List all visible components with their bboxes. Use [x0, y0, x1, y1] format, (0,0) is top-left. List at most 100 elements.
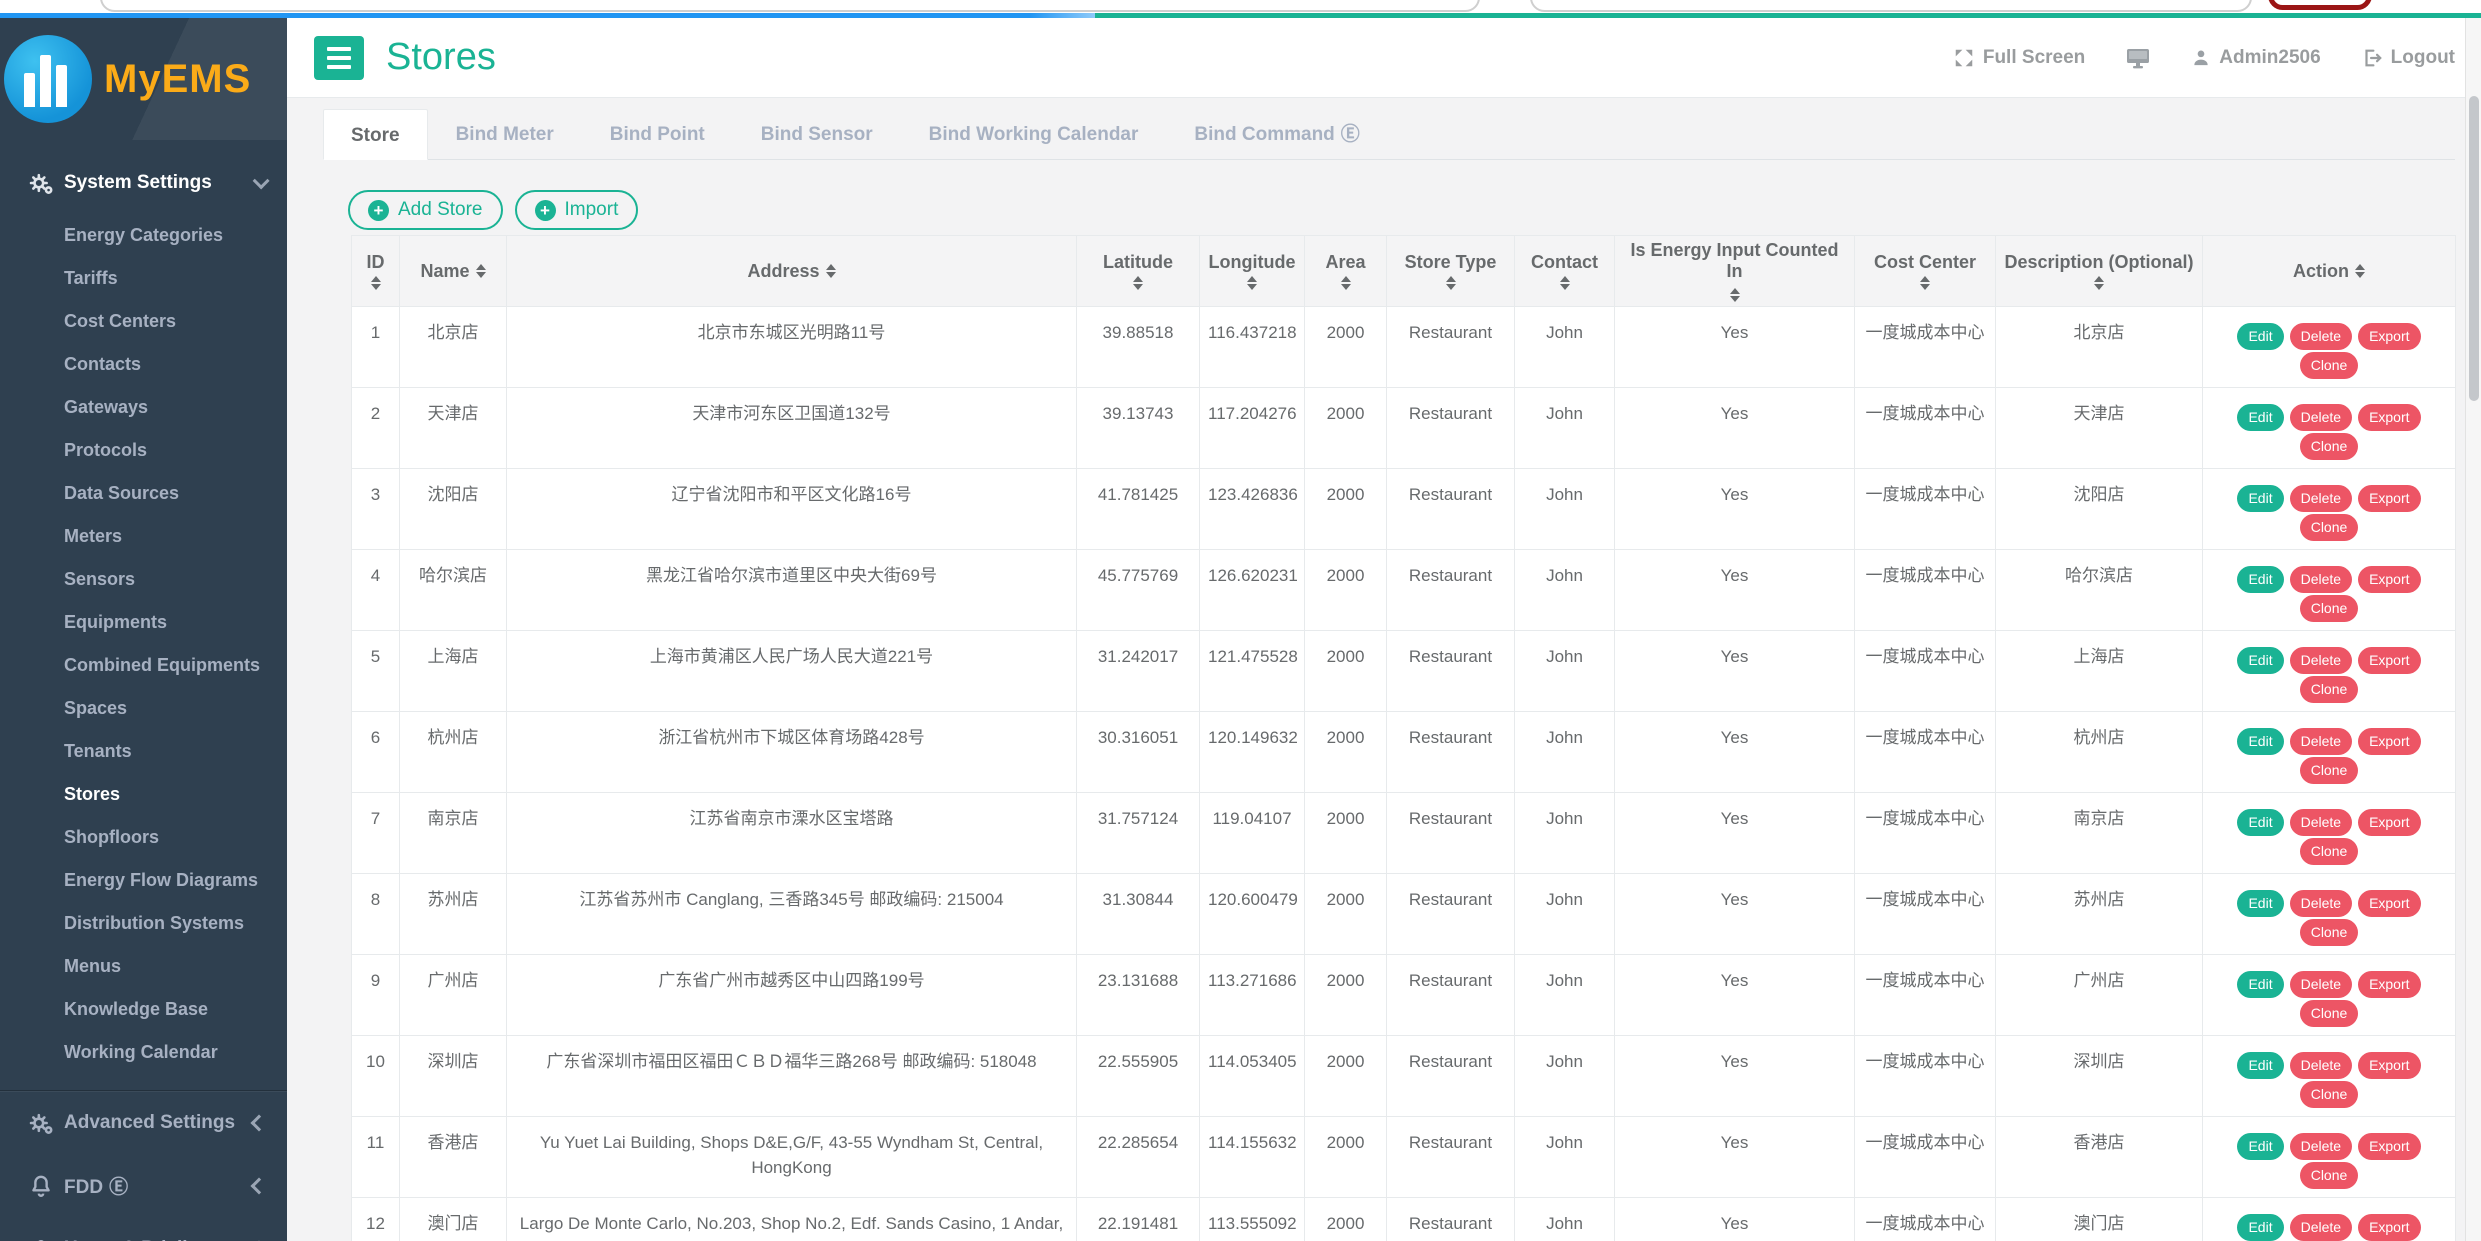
export-button[interactable]: Export	[2358, 1214, 2420, 1241]
logout-button[interactable]: Logout	[2361, 47, 2455, 69]
edit-button[interactable]: Edit	[2237, 485, 2283, 512]
sidebar-item-sensors[interactable]: Sensors	[0, 558, 287, 601]
sidebar-item-contacts[interactable]: Contacts	[0, 343, 287, 386]
column-header-address[interactable]: Address	[507, 236, 1077, 307]
sidebar-item-data-sources[interactable]: Data Sources	[0, 472, 287, 515]
edit-button[interactable]: Edit	[2237, 647, 2283, 674]
sort-icon[interactable]	[1133, 276, 1143, 290]
clone-button[interactable]: Clone	[2300, 514, 2359, 541]
sidebar-item-gateways[interactable]: Gateways	[0, 386, 287, 429]
sidebar-item-knowledge-base[interactable]: Knowledge Base	[0, 988, 287, 1031]
brand[interactable]: MyEMS	[0, 18, 287, 140]
sidebar-item-system-settings[interactable]: System Settings	[0, 158, 287, 208]
clone-button[interactable]: Clone	[2300, 919, 2359, 946]
sort-icon[interactable]	[1446, 276, 1456, 290]
sidebar-item-combined-equipments[interactable]: Combined Equipments	[0, 644, 287, 687]
sort-icon[interactable]	[476, 264, 486, 278]
clone-button[interactable]: Clone	[2300, 352, 2359, 379]
scrollbar-thumb[interactable]	[2469, 96, 2479, 401]
column-header-contact[interactable]: Contact	[1515, 236, 1615, 307]
column-header-name[interactable]: Name	[400, 236, 507, 307]
column-header-cost-center[interactable]: Cost Center	[1855, 236, 1996, 307]
sidebar-item-meters[interactable]: Meters	[0, 515, 287, 558]
display-settings-button[interactable]	[2125, 46, 2151, 70]
column-header-description-optional[interactable]: Description (Optional)	[1996, 236, 2203, 307]
column-header-is-energy-input-counted-in[interactable]: Is Energy Input Counted In	[1615, 236, 1855, 307]
sort-icon[interactable]	[2094, 276, 2104, 290]
delete-button[interactable]: Delete	[2290, 647, 2352, 674]
clone-button[interactable]: Clone	[2300, 757, 2359, 784]
delete-button[interactable]: Delete	[2290, 971, 2352, 998]
delete-button[interactable]: Delete	[2290, 1133, 2352, 1160]
sidebar-item-stores[interactable]: Stores	[0, 773, 287, 816]
sidebar-item-energy-categories[interactable]: Energy Categories	[0, 214, 287, 257]
export-button[interactable]: Export	[2358, 323, 2420, 350]
edit-button[interactable]: Edit	[2237, 1052, 2283, 1079]
sidebar-item-advanced-settings[interactable]: Advanced Settings	[0, 1091, 287, 1154]
edit-button[interactable]: Edit	[2237, 323, 2283, 350]
clone-button[interactable]: Clone	[2300, 1081, 2359, 1108]
sidebar-item-protocols[interactable]: Protocols	[0, 429, 287, 472]
sort-icon[interactable]	[2355, 264, 2365, 278]
tab-store[interactable]: Store	[323, 109, 428, 160]
vertical-scrollbar[interactable]	[2465, 18, 2481, 1241]
sidebar-item-spaces[interactable]: Spaces	[0, 687, 287, 730]
clone-button[interactable]: Clone	[2300, 433, 2359, 460]
column-header-area[interactable]: Area	[1305, 236, 1387, 307]
edit-button[interactable]: Edit	[2237, 971, 2283, 998]
export-button[interactable]: Export	[2358, 485, 2420, 512]
sidebar-item-menus[interactable]: Menus	[0, 945, 287, 988]
sidebar-item-energy-flow-diagrams[interactable]: Energy Flow Diagrams	[0, 859, 287, 902]
tab-bind-point[interactable]: Bind Point	[582, 108, 733, 159]
sidebar-item-fdd[interactable]: FDDⒺ	[0, 1154, 287, 1217]
add-store-button[interactable]: + Add Store	[348, 190, 503, 230]
column-header-store-type[interactable]: Store Type	[1387, 236, 1515, 307]
edit-button[interactable]: Edit	[2237, 890, 2283, 917]
sort-icon[interactable]	[1247, 276, 1257, 290]
export-button[interactable]: Export	[2358, 1052, 2420, 1079]
column-header-longitude[interactable]: Longitude	[1200, 236, 1305, 307]
clone-button[interactable]: Clone	[2300, 595, 2359, 622]
edit-button[interactable]: Edit	[2237, 728, 2283, 755]
sidebar-toggle-button[interactable]	[314, 36, 364, 80]
sidebar-item-tariffs[interactable]: Tariffs	[0, 257, 287, 300]
tab-bind-command[interactable]: Bind CommandⒺ	[1166, 108, 1387, 159]
user-menu[interactable]: Admin2506	[2191, 47, 2320, 69]
sort-icon[interactable]	[1730, 288, 1740, 302]
sort-icon[interactable]	[1341, 276, 1351, 290]
tab-bind-working-calendar[interactable]: Bind Working Calendar	[901, 108, 1167, 159]
export-button[interactable]: Export	[2358, 647, 2420, 674]
full-screen-button[interactable]: Full Screen	[1953, 47, 2085, 69]
delete-button[interactable]: Delete	[2290, 485, 2352, 512]
export-button[interactable]: Export	[2358, 404, 2420, 431]
delete-button[interactable]: Delete	[2290, 566, 2352, 593]
export-button[interactable]: Export	[2358, 1133, 2420, 1160]
sort-icon[interactable]	[826, 264, 836, 278]
clone-button[interactable]: Clone	[2300, 676, 2359, 703]
column-header-action[interactable]: Action	[2203, 236, 2456, 307]
edit-button[interactable]: Edit	[2237, 809, 2283, 836]
export-button[interactable]: Export	[2358, 890, 2420, 917]
export-button[interactable]: Export	[2358, 728, 2420, 755]
clone-button[interactable]: Clone	[2300, 1162, 2359, 1189]
delete-button[interactable]: Delete	[2290, 890, 2352, 917]
sidebar-item-tenants[interactable]: Tenants	[0, 730, 287, 773]
import-button[interactable]: + Import	[515, 190, 639, 230]
delete-button[interactable]: Delete	[2290, 728, 2352, 755]
delete-button[interactable]: Delete	[2290, 404, 2352, 431]
sort-icon[interactable]	[1920, 276, 1930, 290]
clone-button[interactable]: Clone	[2300, 838, 2359, 865]
delete-button[interactable]: Delete	[2290, 323, 2352, 350]
export-button[interactable]: Export	[2358, 809, 2420, 836]
edit-button[interactable]: Edit	[2237, 566, 2283, 593]
clone-button[interactable]: Clone	[2300, 1000, 2359, 1027]
sort-icon[interactable]	[371, 276, 381, 290]
sort-icon[interactable]	[1560, 276, 1570, 290]
sidebar-item-cost-centers[interactable]: Cost Centers	[0, 300, 287, 343]
sidebar-item-users-privileges[interactable]: Users & Privileges	[0, 1217, 287, 1241]
sidebar-item-equipments[interactable]: Equipments	[0, 601, 287, 644]
edit-button[interactable]: Edit	[2237, 404, 2283, 431]
sidebar-item-working-calendar[interactable]: Working Calendar	[0, 1031, 287, 1074]
edit-button[interactable]: Edit	[2237, 1214, 2283, 1241]
sidebar-item-distribution-systems[interactable]: Distribution Systems	[0, 902, 287, 945]
